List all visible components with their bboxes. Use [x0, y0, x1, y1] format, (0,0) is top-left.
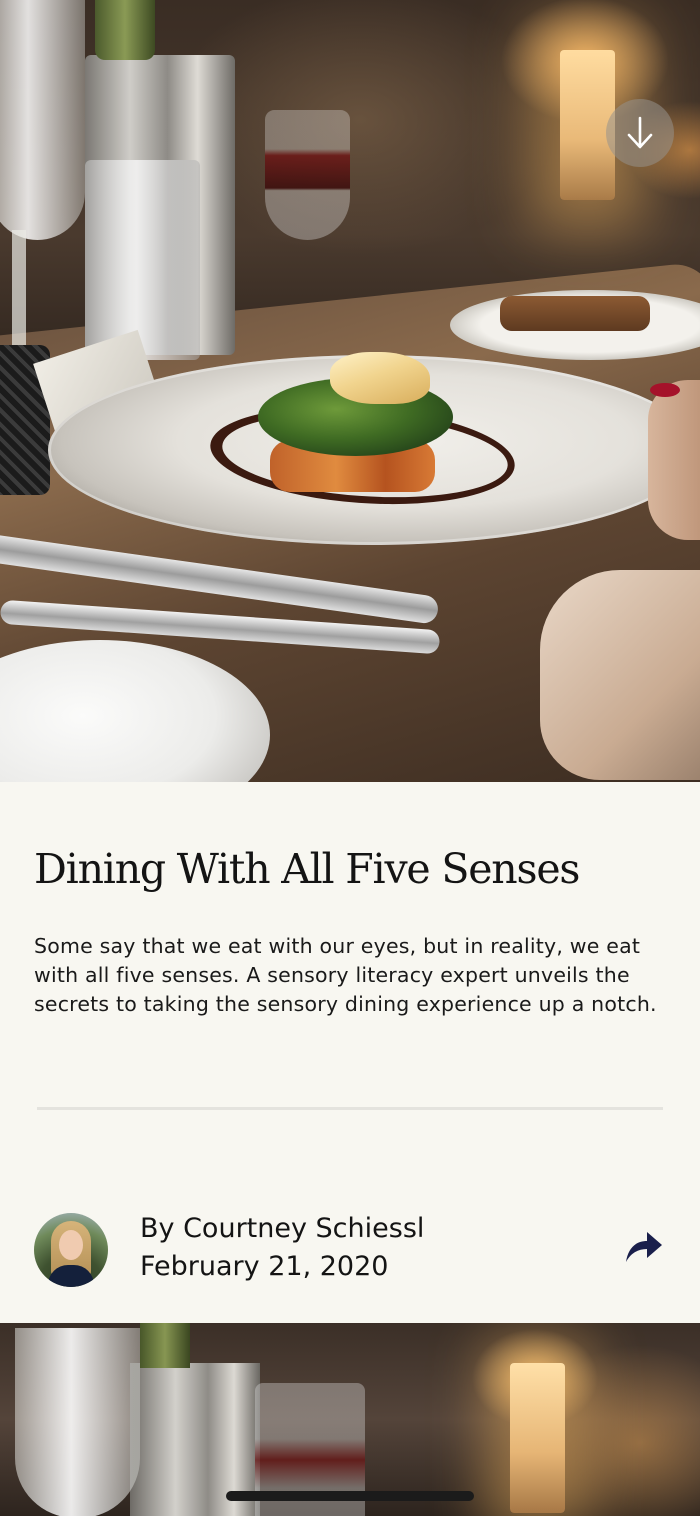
fish-fillet	[330, 352, 430, 404]
water-glass	[85, 160, 200, 360]
article-summary: Some say that we eat with our eyes, but …	[34, 934, 657, 1017]
wine-glass-stem	[12, 230, 26, 350]
diner-hand	[540, 570, 700, 780]
wine-glass-left	[0, 0, 85, 240]
wine-bottle	[95, 0, 155, 60]
red-wine-glass	[265, 110, 350, 240]
author-row: By Courtney Schiessl February 21, 2020	[34, 1210, 674, 1290]
article-card[interactable]: Dining With All Five Senses Some say tha…	[0, 782, 700, 1323]
share-arrow-icon	[626, 1232, 662, 1262]
arrow-down-icon	[627, 116, 653, 149]
wine-bottle	[140, 1323, 190, 1368]
divider	[37, 1107, 663, 1110]
publish-date: February 21, 2020	[140, 1251, 389, 1282]
next-article-image[interactable]	[0, 1323, 700, 1516]
author-avatar[interactable]	[34, 1213, 108, 1287]
wine-glass-left	[15, 1328, 140, 1516]
painted-nail	[650, 383, 680, 397]
candle	[510, 1363, 565, 1513]
diner-finger	[648, 380, 700, 540]
hero-image	[0, 0, 700, 782]
share-button[interactable]	[622, 1226, 666, 1266]
article-title: Dining With All Five Senses	[34, 845, 580, 893]
side-dish	[500, 296, 650, 331]
byline: By Courtney Schiessl February 21, 2020	[140, 1210, 424, 1286]
home-indicator[interactable]	[226, 1491, 474, 1501]
author-name[interactable]: By Courtney Schiessl	[140, 1210, 424, 1248]
scroll-down-button[interactable]	[606, 99, 674, 167]
